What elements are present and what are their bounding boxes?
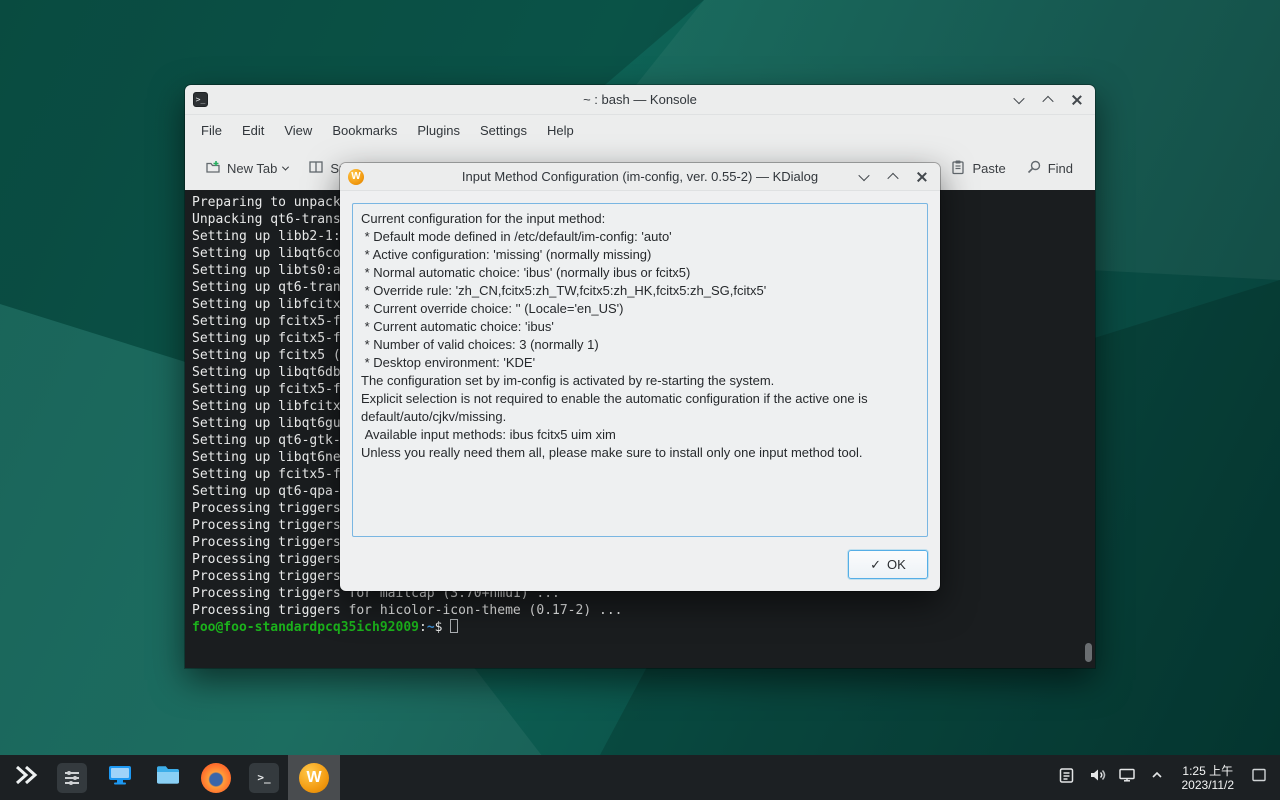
new-tab-icon [205,159,221,178]
dialog-message-line: * Current automatic choice: 'ibus' [361,318,919,336]
chevron-up-icon [1149,767,1165,788]
konsole-menubar: File Edit View Bookmarks Plugins Setting… [185,115,1095,146]
dialog-message-line: * Number of valid choices: 3 (normally 1… [361,336,919,354]
minimize-button[interactable] [854,167,874,187]
im-config-icon: W [299,763,329,793]
taskbar-item-file-manager[interactable] [144,755,192,800]
terminal-scrollbar-thumb[interactable] [1085,643,1092,662]
konsole-icon-glyph: >_ [257,771,270,784]
konsole-icon: >_ [249,763,279,793]
minimize-button[interactable] [1009,90,1029,110]
taskbar-item-konsole[interactable]: >_ [240,755,288,800]
tray-display-button[interactable] [1112,755,1142,800]
kdialog-titlebar[interactable]: W Input Method Configuration (im-config,… [340,163,940,191]
new-tab-button[interactable]: New Tab [197,153,296,184]
new-tab-label: New Tab [227,161,277,176]
clock[interactable]: 1:25 上午 2023/11/2 [1172,755,1245,800]
taskbar-item-firefox[interactable] [192,755,240,800]
dialog-message-line: Current configuration for the input meth… [361,210,919,228]
dialog-message-line: * Current override choice: '' (Locale='e… [361,300,919,318]
chevron-up-icon [1042,95,1053,106]
close-icon [916,171,928,183]
im-config-icon: W [348,169,364,185]
notifications-icon [1058,767,1075,789]
terminal-cursor [450,619,458,633]
find-label: Find [1048,161,1073,176]
dialog-message-line: * Override rule: 'zh_CN,fcitx5:zh_TW,fci… [361,282,919,300]
taskbar-item-im-config-active[interactable]: W [288,755,340,800]
dialog-message-line: Available input methods: ibus fcitx5 uim… [361,426,919,444]
menu-item-plugins[interactable]: Plugins [407,115,470,146]
clock-date: 2023/11/2 [1182,778,1235,792]
dialog-window-controls [854,167,932,187]
paste-icon [950,159,966,178]
dialog-message-line: * Normal automatic choice: 'ibus' (norma… [361,264,919,282]
search-icon [1026,159,1042,178]
konsole-titlebar[interactable]: >_ ~ : bash — Konsole [185,85,1095,115]
menu-item-view[interactable]: View [274,115,322,146]
prompt-separator: : [419,620,427,635]
dialog-message-line: The configuration set by im-config is ac… [361,372,919,390]
dialog-message-line: * Desktop environment: 'KDE' [361,354,919,372]
taskbar-item-settings-tool[interactable] [48,755,96,800]
prompt-path: ~ [427,620,435,635]
maximize-button[interactable] [883,167,903,187]
dialog-message-line: * Default mode defined in /etc/default/i… [361,228,919,246]
split-view-icon [308,159,324,178]
prompt-user-host: foo@foo-standardpcq35ich92009 [192,620,419,635]
menu-item-file[interactable]: File [191,115,232,146]
menu-item-settings[interactable]: Settings [470,115,537,146]
ok-button-label: OK [887,557,906,572]
terminal-line: Processing triggers for hicolor-icon-the… [192,602,1083,619]
show-desktop-button[interactable] [1244,755,1274,800]
chevron-up-icon [887,172,898,183]
volume-icon [1088,766,1106,789]
maximize-button[interactable] [1038,90,1058,110]
show-desktop-icon [1251,767,1267,788]
im-config-icon-letter: W [351,171,360,182]
chevron-down-icon [282,163,289,170]
monitor-app-icon [107,762,133,793]
paste-button[interactable]: Paste [942,153,1013,184]
menu-item-edit[interactable]: Edit [232,115,274,146]
chevron-down-icon [1013,92,1024,103]
check-icon: ✓ [870,557,881,573]
terminal-prompt-line: foo@foo-standardpcq35ich92009:~$ [192,619,1083,636]
window-controls [1009,90,1087,110]
app-launcher-button[interactable] [4,755,48,800]
dialog-title: Input Method Configuration (im-config, v… [462,169,818,184]
chevron-down-icon [858,169,869,180]
firefox-icon [201,763,231,793]
close-icon [1071,94,1083,106]
folder-icon [154,761,182,794]
kdialog-window: W Input Method Configuration (im-config,… [340,163,940,591]
clock-time: 1:25 上午 [1182,764,1233,778]
tray-expand-button[interactable] [1142,755,1172,800]
sliders-icon [57,763,87,793]
app-launcher-icon [12,761,40,794]
dialog-message-frame[interactable]: Current configuration for the input meth… [352,203,928,537]
tray-volume-button[interactable] [1082,755,1112,800]
im-config-icon-letter: W [306,769,321,787]
paste-label: Paste [972,161,1005,176]
prompt-symbol: $ [435,620,443,635]
close-button[interactable] [1067,90,1087,110]
konsole-icon: >_ [193,92,208,107]
display-icon [1118,766,1136,789]
desktop: >_ ~ : bash — Konsole File Edit View Boo… [0,0,1280,800]
menu-item-help[interactable]: Help [537,115,584,146]
close-button[interactable] [912,167,932,187]
window-title: ~ : bash — Konsole [583,92,697,107]
menu-item-bookmarks[interactable]: Bookmarks [322,115,407,146]
taskbar: >_ W 1:25 上午 2023/11/2 [0,755,1280,800]
dialog-message-line: * Active configuration: 'missing' (norma… [361,246,919,264]
taskbar-item-display-app[interactable] [96,755,144,800]
find-button[interactable]: Find [1018,153,1081,184]
dialog-body: Current configuration for the input meth… [340,191,940,591]
dialog-message-line: Unless you really need them all, please … [361,444,919,462]
konsole-icon-glyph: >_ [196,96,206,104]
tray-notifications-button[interactable] [1052,755,1082,800]
dialog-message-line: Explicit selection is not required to en… [361,390,919,426]
ok-button[interactable]: ✓ OK [848,550,928,579]
